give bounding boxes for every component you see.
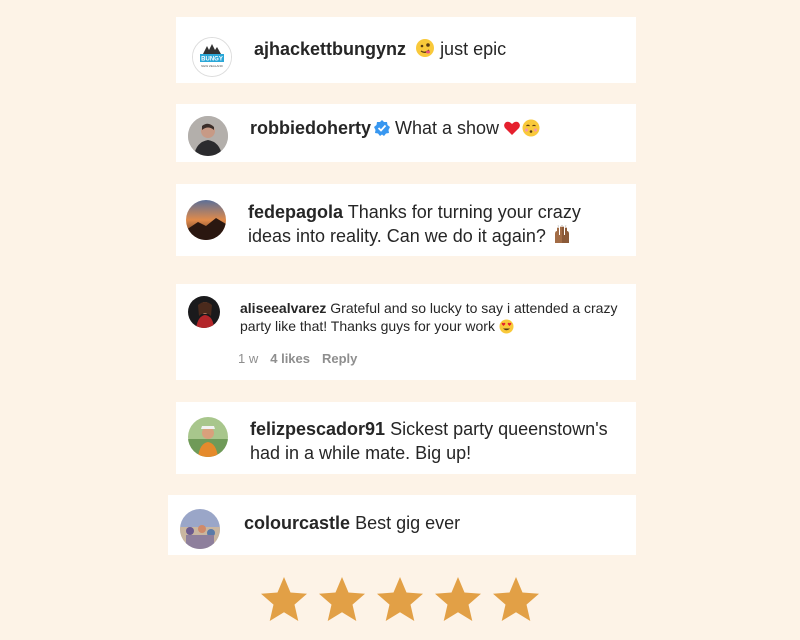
comment-card: BUNGY NEW ZEALAND ajhackettbungynz just … (176, 17, 636, 83)
comment-body-line1: Thanks for turning your crazy (347, 202, 581, 222)
zany-face-emoji-icon (416, 39, 435, 57)
crowd-photo-icon (180, 509, 220, 549)
comment-body: Best gig ever (355, 513, 461, 533)
comment-body-line2: party like that! Thanks guys for your wo… (240, 318, 495, 334)
comment-username[interactable]: felizpescador91 (250, 419, 385, 439)
comment-username[interactable]: colourcastle (244, 513, 350, 533)
star-icon (261, 577, 307, 621)
comment-body: just epic (440, 39, 507, 59)
heart-eyes-emoji-icon (499, 319, 514, 334)
comment-text: colourcastle Best gig ever (244, 511, 460, 535)
comment-text: aliseealvarez Grateful and so lucky to s… (240, 299, 640, 335)
comment-username[interactable]: robbiedoherty (250, 118, 371, 138)
bungy-logo-icon: BUNGY NEW ZEALAND (193, 38, 231, 76)
comment-body-line2: ideas into reality. Can we do it again? (248, 226, 546, 246)
person-photo-icon (188, 296, 220, 328)
avatar[interactable]: BUNGY NEW ZEALAND (192, 37, 232, 77)
comment-body: What a show (395, 118, 500, 138)
comment-text: ajhackettbungynz just epic (254, 37, 506, 61)
avatar[interactable] (180, 509, 220, 549)
comment-card: robbiedoherty What a show (176, 104, 636, 162)
star-icon (493, 577, 539, 621)
red-heart-emoji-icon (504, 121, 520, 135)
star-icon (435, 577, 481, 621)
comment-card: fedepagola Thanks for turning your crazy… (176, 184, 636, 256)
kissing-face-emoji-icon (522, 119, 540, 137)
reply-button[interactable]: Reply (322, 351, 357, 366)
logo-subtext: NEW ZEALAND (201, 64, 224, 68)
comment-body-line1: Grateful and so lucky to say i attended … (330, 300, 618, 316)
comment-username[interactable]: aliseealvarez (240, 300, 326, 316)
star-icon (319, 577, 365, 621)
comment-card: colourcastle Best gig ever (168, 495, 636, 555)
person-photo-icon (188, 417, 228, 457)
comment-meta: 1 w 4 likes Reply (238, 351, 369, 366)
comment-text: robbiedoherty What a show (250, 116, 540, 140)
comment-card: felizpescador91 Sickest party queenstown… (176, 402, 636, 474)
likes-count-link[interactable]: 4 likes (270, 351, 310, 366)
comment-username[interactable]: fedepagola (248, 202, 343, 222)
avatar[interactable] (188, 417, 228, 457)
comment-body-line1: Sickest party queenstown's (390, 419, 608, 439)
star-icon (377, 577, 423, 621)
avatar[interactable] (188, 116, 228, 156)
comment-text: felizpescador91 Sickest party queenstown… (250, 417, 608, 465)
comment-body-line2: had in a while mate. Big up! (250, 443, 472, 463)
verified-badge-icon (374, 120, 391, 136)
sunset-photo-icon (186, 200, 226, 240)
comment-text: fedepagola Thanks for turning your crazy… (248, 200, 581, 248)
comment-card: aliseealvarez Grateful and so lucky to s… (176, 284, 636, 380)
star-rating (258, 574, 548, 626)
avatar[interactable] (188, 296, 220, 328)
person-photo-icon (188, 116, 228, 156)
comment-time: 1 w (238, 351, 259, 366)
comment-username[interactable]: ajhackettbungynz (254, 39, 406, 59)
logo-text: BUNGY (201, 57, 223, 63)
raised-hands-emoji-icon (554, 225, 569, 243)
avatar[interactable] (186, 200, 226, 240)
